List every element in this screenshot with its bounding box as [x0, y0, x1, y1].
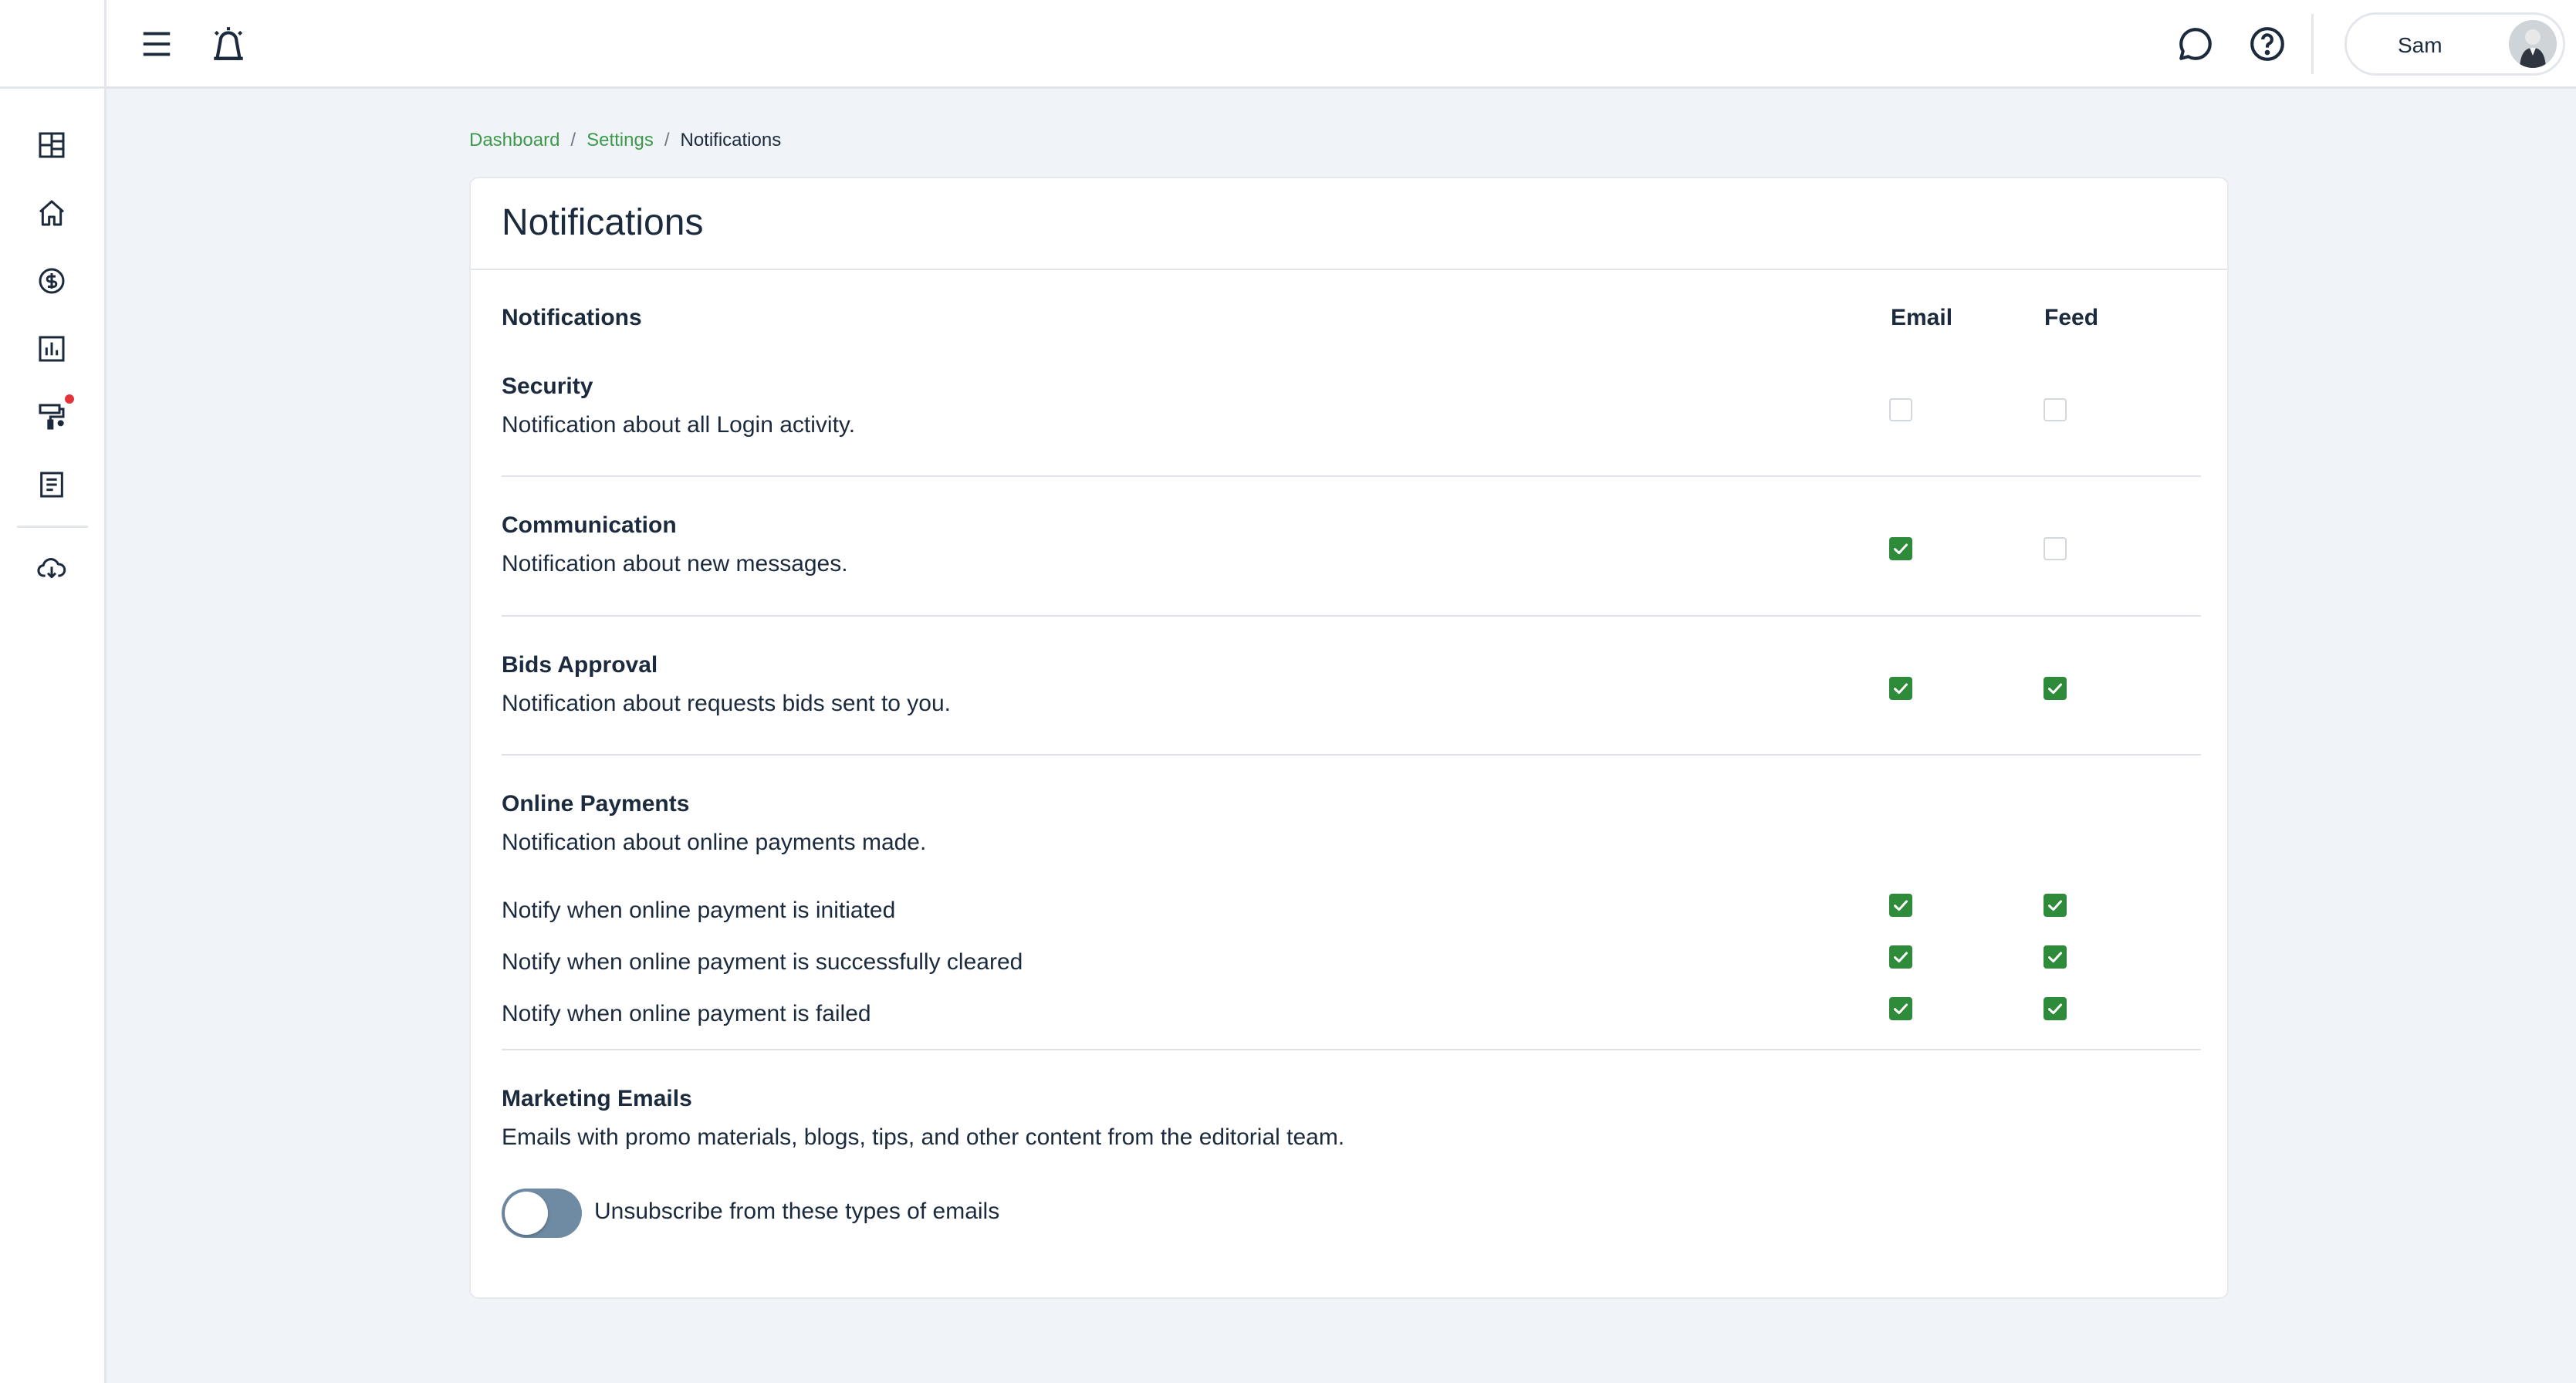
- breadcrumb-settings[interactable]: Settings: [587, 130, 654, 151]
- column-header-feed: Feed: [2044, 305, 2099, 330]
- menu-icon[interactable]: [139, 26, 174, 62]
- page-title: Notifications: [502, 202, 704, 243]
- user-name: Sam: [2398, 33, 2442, 57]
- column-header-email: Email: [1891, 305, 1953, 330]
- document-icon[interactable]: [35, 468, 69, 502]
- security-feed-checkbox[interactable]: [2044, 398, 2067, 421]
- notifications-card: Notifications Notifications Email Feed S…: [469, 177, 2229, 1299]
- paint-roller-icon[interactable]: [35, 400, 69, 434]
- dollar-icon[interactable]: [35, 264, 69, 298]
- bids-approval-title: Bids Approval: [502, 652, 658, 678]
- communication-feed-checkbox[interactable]: [2044, 537, 2067, 560]
- payment-failed-label: Notify when online payment is failed: [502, 1001, 871, 1026]
- column-header-notifications: Notifications: [502, 305, 642, 330]
- unsubscribe-label: Unsubscribe from these types of emails: [594, 1199, 1000, 1224]
- row-divider: [502, 1049, 2201, 1050]
- sidebar-logo-area: [0, 0, 104, 89]
- row-divider: [502, 475, 2201, 477]
- cloud-download-icon[interactable]: [35, 551, 69, 585]
- breadcrumb: Dashboard / Settings / Notifications: [469, 130, 781, 151]
- home-icon[interactable]: [35, 196, 69, 230]
- toggle-knob: [505, 1192, 548, 1235]
- payment-initiated-label: Notify when online payment is initiated: [502, 898, 896, 923]
- row-divider: [502, 615, 2201, 617]
- security-title: Security: [502, 374, 593, 399]
- dashboard-icon[interactable]: [35, 128, 69, 162]
- communication-title: Communication: [502, 512, 677, 538]
- payment-failed-email-checkbox[interactable]: [1889, 997, 1912, 1020]
- payment-cleared-feed-checkbox[interactable]: [2044, 945, 2067, 969]
- avatar: [2509, 20, 2557, 68]
- bids-approval-email-checkbox[interactable]: [1889, 677, 1912, 700]
- help-icon[interactable]: [2248, 25, 2287, 63]
- payment-initiated-feed-checkbox[interactable]: [2044, 894, 2067, 917]
- sidebar: [0, 0, 106, 1383]
- breadcrumb-separator: /: [570, 130, 576, 150]
- topbar-divider: [2311, 14, 2314, 74]
- bids-approval-description: Notification about requests bids sent to…: [502, 691, 952, 716]
- breadcrumb-dashboard[interactable]: Dashboard: [469, 130, 559, 151]
- breadcrumb-separator: /: [664, 130, 670, 150]
- sidebar-divider: [17, 526, 88, 528]
- communication-description: Notification about new messages.: [502, 551, 848, 577]
- user-menu[interactable]: Sam: [2344, 12, 2565, 76]
- breadcrumb-current: Notifications: [680, 130, 782, 150]
- chart-icon[interactable]: [35, 332, 69, 366]
- marketing-emails-title: Marketing Emails: [502, 1086, 692, 1111]
- online-payments-title: Online Payments: [502, 791, 690, 817]
- communication-email-checkbox[interactable]: [1889, 537, 1912, 560]
- payment-cleared-email-checkbox[interactable]: [1889, 945, 1912, 969]
- security-email-checkbox[interactable]: [1889, 398, 1912, 421]
- alarm-icon[interactable]: [209, 25, 248, 63]
- top-bar: Sam: [106, 0, 2576, 89]
- notification-badge: [65, 394, 74, 404]
- bids-approval-feed-checkbox[interactable]: [2044, 677, 2067, 700]
- online-payments-description: Notification about online payments made.: [502, 830, 927, 855]
- card-header-divider: [471, 269, 2227, 270]
- payment-failed-feed-checkbox[interactable]: [2044, 997, 2067, 1020]
- payment-initiated-email-checkbox[interactable]: [1889, 894, 1912, 917]
- row-divider: [502, 754, 2201, 756]
- marketing-emails-description: Emails with promo materials, blogs, tips…: [502, 1124, 1345, 1150]
- unsubscribe-toggle[interactable]: [502, 1189, 582, 1238]
- chat-icon[interactable]: [2176, 25, 2215, 63]
- payment-cleared-label: Notify when online payment is successful…: [502, 949, 1023, 975]
- security-description: Notification about all Login activity.: [502, 412, 856, 438]
